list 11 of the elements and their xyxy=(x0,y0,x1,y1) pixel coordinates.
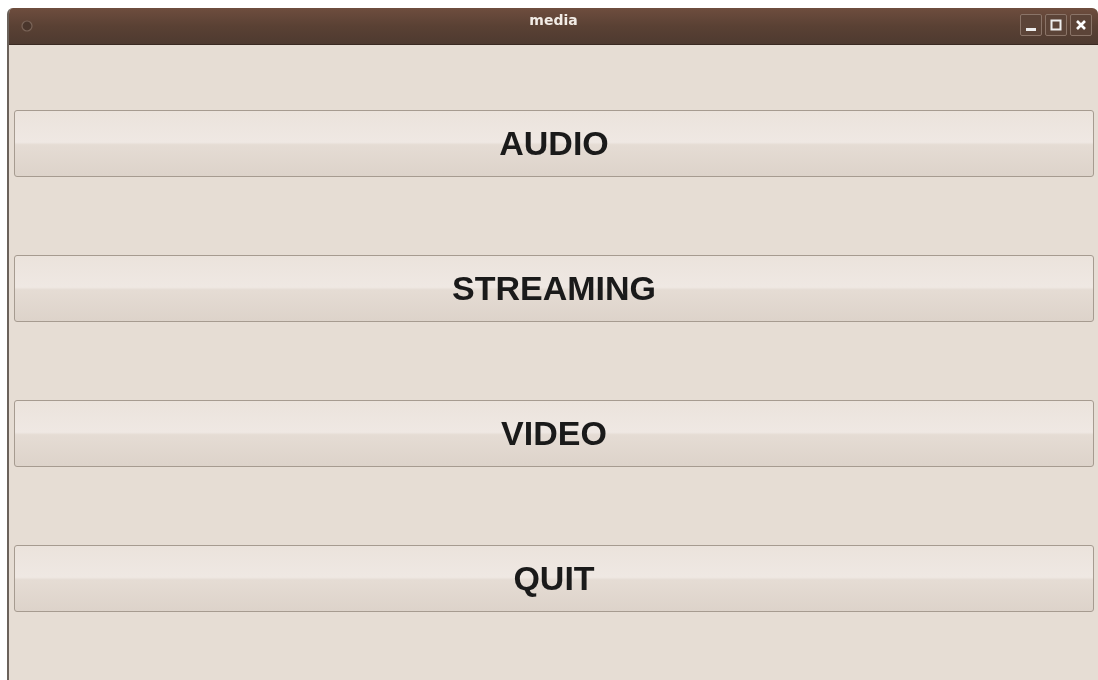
menu-button[interactable]: STREAMING xyxy=(14,255,1094,322)
window-title: media xyxy=(529,12,578,28)
maximize-icon xyxy=(1050,19,1062,31)
close-icon xyxy=(1075,19,1087,31)
minimize-icon xyxy=(1026,28,1036,31)
menu-button[interactable]: QUIT xyxy=(14,545,1094,612)
menu-button[interactable]: AUDIO xyxy=(14,110,1094,177)
menu-button[interactable]: VIDEO xyxy=(14,400,1094,467)
minimize-button[interactable] xyxy=(1020,14,1042,36)
maximize-button[interactable] xyxy=(1045,14,1067,36)
close-button[interactable] xyxy=(1070,14,1092,36)
